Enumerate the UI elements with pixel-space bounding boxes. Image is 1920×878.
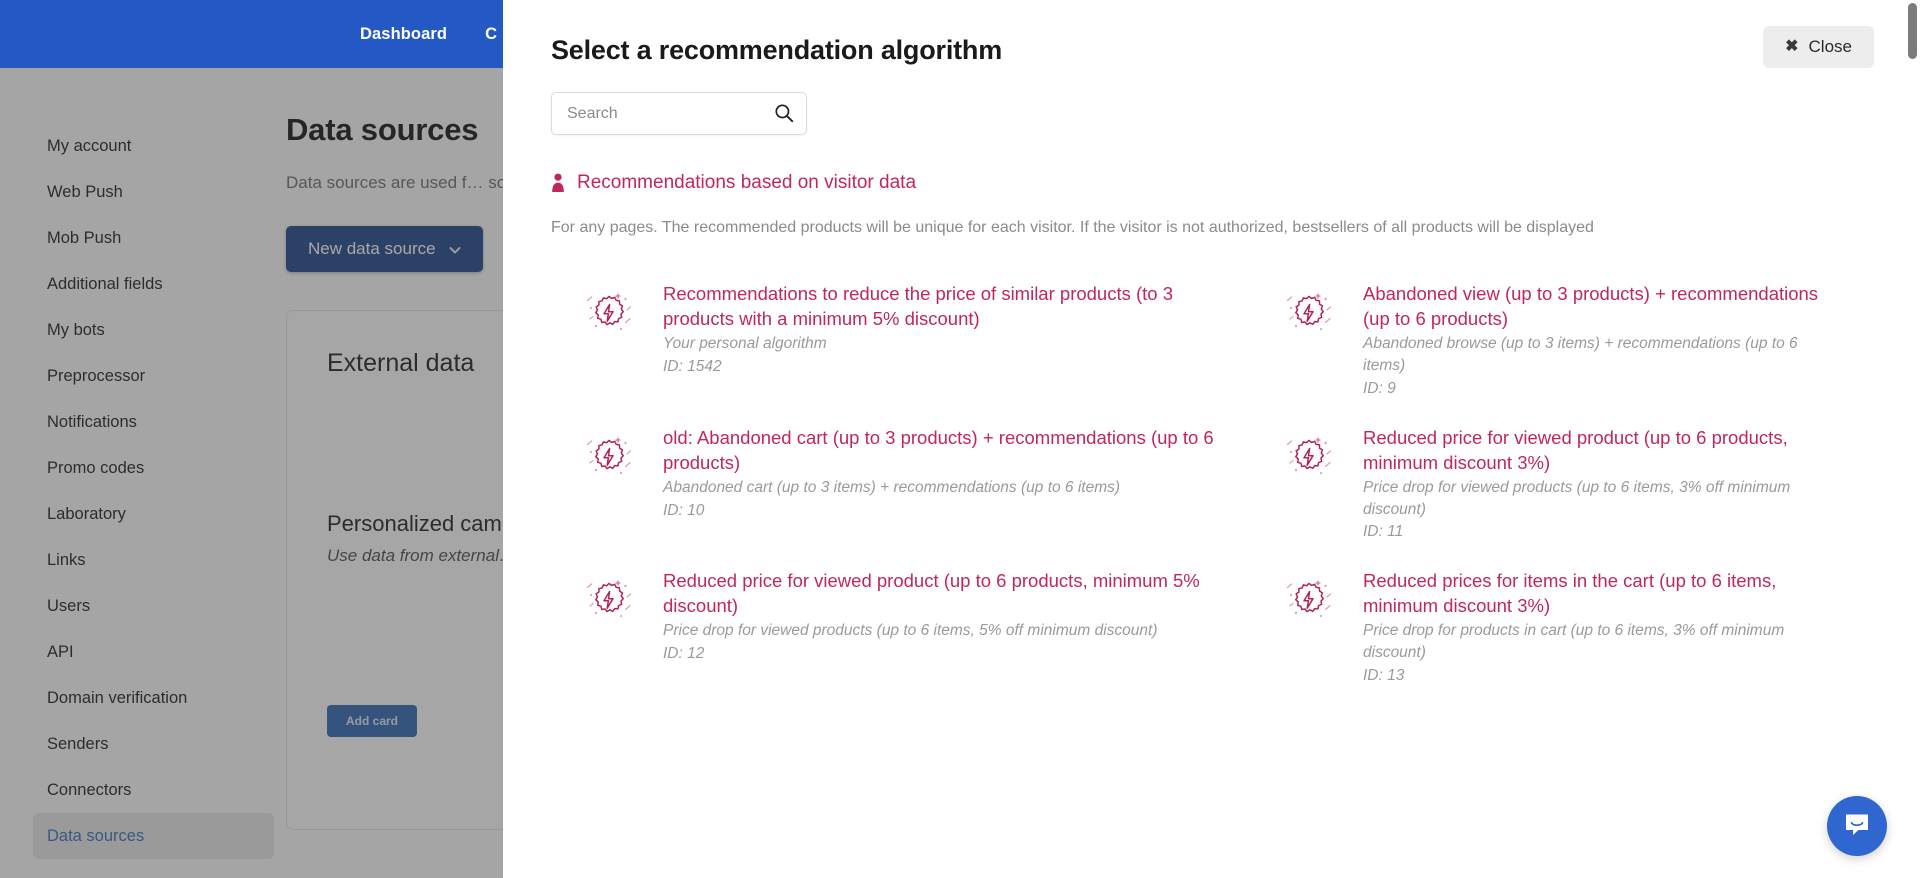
algorithm-item[interactable]: Reduced price for viewed product (up to … (1251, 413, 1872, 556)
sidebar-item-senders[interactable]: Senders (0, 721, 288, 767)
sidebar-item-promo-codes[interactable]: Promo codes (0, 445, 288, 491)
algorithm-item[interactable]: Reduced price for viewed product (up to … (551, 556, 1251, 699)
algorithm-description: Abandoned cart (up to 3 items) + recomme… (663, 478, 1121, 496)
close-button-label: Close (1808, 37, 1852, 56)
algorithm-grid: Recommendations to reduce the price of s… (551, 269, 1872, 699)
modal-title: Select a recommendation algorithm (551, 35, 1003, 65)
algorithm-text: Reduced price for viewed product (up to … (663, 569, 1221, 686)
algorithm-badge-icon (1281, 426, 1337, 543)
algorithm-text: Reduced prices for items in the cart (up… (1363, 569, 1842, 686)
algorithm-title[interactable]: Recommendations to reduce the price of s… (663, 282, 1221, 332)
top-nav-link-secondary[interactable]: C (485, 25, 497, 44)
sidebar-item-laboratory[interactable]: Laboratory (0, 491, 288, 537)
algorithm-description: Price drop for viewed products (up to 6 … (1363, 478, 1791, 518)
algorithm-description: Price drop for viewed products (up to 6 … (663, 622, 1158, 640)
sidebar-item-mob-push[interactable]: Mob Push (0, 215, 288, 261)
sidebar-item-users[interactable]: Users (0, 583, 288, 629)
algorithm-badge-icon (1281, 569, 1337, 686)
top-nav-link-dashboard[interactable]: Dashboard (360, 25, 447, 44)
modal-header: Select a recommendation algorithm ✖ Clos… (503, 0, 1920, 68)
algorithm-description: Your personal algorithm (663, 335, 827, 353)
messenger-icon (1842, 809, 1872, 844)
sidebar: My account Web Push Mob Push Additional … (0, 68, 288, 859)
algorithm-badge-icon (581, 282, 637, 399)
algorithm-item[interactable]: Reduced prices for items in the cart (up… (1251, 556, 1872, 699)
sidebar-item-my-bots[interactable]: My bots (0, 307, 288, 353)
algorithm-text: Recommendations to reduce the price of s… (663, 282, 1221, 399)
sidebar-item-api[interactable]: API (0, 629, 288, 675)
algorithm-text: old: Abandoned cart (up to 3 products) +… (663, 426, 1221, 543)
section-header-label: Recommendations based on visitor data (577, 172, 917, 193)
algorithm-text: Abandoned view (up to 3 products) + reco… (1363, 282, 1842, 399)
algorithm-title[interactable]: Reduced prices for items in the cart (up… (1363, 569, 1842, 619)
algorithm-title[interactable]: old: Abandoned cart (up to 3 products) +… (663, 426, 1221, 476)
sidebar-item-web-push[interactable]: Web Push (0, 169, 288, 215)
algorithm-text: Reduced price for viewed product (up to … (1363, 426, 1842, 543)
algorithm-badge-icon (1281, 282, 1337, 399)
sidebar-item-domain-verification[interactable]: Domain verification (0, 675, 288, 721)
algorithm-id: ID: 1542 (663, 358, 722, 376)
intercom-launcher-button[interactable] (1827, 796, 1887, 856)
algorithm-badge-icon (581, 426, 637, 543)
sidebar-item-preprocessor[interactable]: Preprocessor (0, 353, 288, 399)
select-algorithm-modal: Select a recommendation algorithm ✖ Clos… (503, 0, 1920, 878)
algorithm-id: ID: 12 (663, 645, 705, 663)
chevron-down-icon (449, 241, 461, 254)
algorithm-id: ID: 13 (1363, 666, 1405, 684)
sidebar-item-connectors[interactable]: Connectors (0, 767, 288, 813)
algorithm-item[interactable]: Abandoned view (up to 3 products) + reco… (1251, 269, 1872, 412)
algorithm-item[interactable]: Recommendations to reduce the price of s… (551, 269, 1251, 412)
search-input[interactable] (551, 92, 807, 135)
person-icon (551, 173, 565, 193)
sidebar-item-notifications[interactable]: Notifications (0, 399, 288, 445)
algorithm-badge-icon (581, 569, 637, 686)
algorithm-id: ID: 10 (663, 501, 705, 519)
close-icon: ✖ (1785, 38, 1799, 55)
new-data-source-button[interactable]: New data source (286, 226, 483, 273)
scrollbar-thumb[interactable] (1908, 3, 1917, 59)
add-card-button[interactable]: Add card (327, 704, 418, 737)
algorithm-description: Abandoned browse (up to 3 items) + recom… (1363, 335, 1798, 375)
page-root: Dashboard C My account Web Push Mob Push… (0, 0, 1920, 878)
new-data-source-label: New data source (308, 239, 436, 259)
section-header[interactable]: Recommendations based on visitor data (551, 172, 1872, 194)
algorithm-title[interactable]: Reduced price for viewed product (up to … (1363, 426, 1842, 476)
top-nav-links: Dashboard C (360, 0, 497, 68)
search-field-wrapper (551, 92, 807, 135)
algorithm-title[interactable]: Reduced price for viewed product (up to … (663, 569, 1221, 619)
algorithm-item[interactable]: old: Abandoned cart (up to 3 products) +… (551, 413, 1251, 556)
algorithm-id: ID: 9 (1363, 380, 1396, 398)
sidebar-item-data-sources[interactable]: Data sources (33, 813, 274, 859)
sidebar-item-additional-fields[interactable]: Additional fields (0, 261, 288, 307)
section-description: For any pages. The recommended products … (551, 219, 1594, 236)
algorithm-id: ID: 11 (1363, 523, 1404, 541)
close-button[interactable]: ✖ Close (1763, 26, 1874, 68)
algorithm-description: Price drop for products in cart (up to 6… (1363, 622, 1785, 662)
sidebar-item-links[interactable]: Links (0, 537, 288, 583)
sidebar-item-my-account[interactable]: My account (0, 123, 288, 169)
algorithm-title[interactable]: Abandoned view (up to 3 products) + reco… (1363, 282, 1842, 332)
modal-scrollbar[interactable] (1905, 0, 1920, 878)
